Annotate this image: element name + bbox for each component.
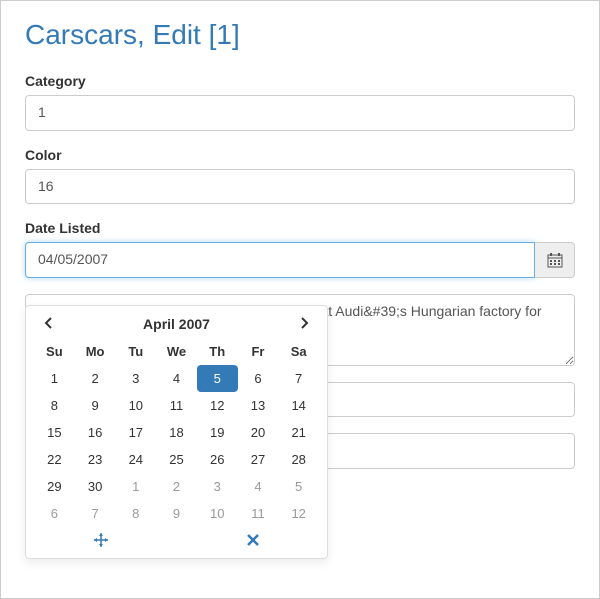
clear-button[interactable] bbox=[247, 533, 259, 550]
calendar-day[interactable]: 9 bbox=[75, 392, 116, 419]
dow-cell: Fr bbox=[238, 338, 279, 365]
calendar-day[interactable]: 21 bbox=[278, 419, 319, 446]
calendar-day[interactable]: 11 bbox=[238, 500, 279, 527]
calendar-day[interactable]: 4 bbox=[238, 473, 279, 500]
page-title: Carscars, Edit [1] bbox=[25, 19, 575, 51]
calendar-day[interactable]: 13 bbox=[238, 392, 279, 419]
calendar-day[interactable]: 7 bbox=[278, 365, 319, 392]
calendar-day[interactable]: 2 bbox=[75, 365, 116, 392]
calendar-day[interactable]: 17 bbox=[115, 419, 156, 446]
next-month-button[interactable] bbox=[289, 316, 319, 332]
calendar-day[interactable]: 12 bbox=[197, 392, 238, 419]
category-input[interactable] bbox=[25, 95, 575, 131]
dow-cell: Tu bbox=[115, 338, 156, 365]
calendar-row: 15161718192021 bbox=[34, 419, 319, 446]
calendar-day[interactable]: 20 bbox=[238, 419, 279, 446]
dow-cell: Su bbox=[34, 338, 75, 365]
calendar-day[interactable]: 5 bbox=[197, 365, 238, 392]
calendar-day[interactable]: 8 bbox=[115, 500, 156, 527]
calendar-row: 293012345 bbox=[34, 473, 319, 500]
calendar-day[interactable]: 4 bbox=[156, 365, 197, 392]
calendar-day[interactable]: 22 bbox=[34, 446, 75, 473]
date-listed-group: Date Listed bbox=[25, 220, 575, 278]
calendar-day[interactable]: 10 bbox=[115, 392, 156, 419]
calendar-row: 1234567 bbox=[34, 365, 319, 392]
calendar-day[interactable]: 14 bbox=[278, 392, 319, 419]
calendar-day[interactable]: 11 bbox=[156, 392, 197, 419]
calendar-row: 891011121314 bbox=[34, 392, 319, 419]
calendar-row: 22232425262728 bbox=[34, 446, 319, 473]
calendar-day[interactable]: 28 bbox=[278, 446, 319, 473]
dow-cell: We bbox=[156, 338, 197, 365]
calendar-row: 6789101112 bbox=[34, 500, 319, 527]
dow-cell: Mo bbox=[75, 338, 116, 365]
color-group: Color bbox=[25, 147, 575, 205]
calendar-day[interactable]: 1 bbox=[34, 365, 75, 392]
calendar-day[interactable]: 2 bbox=[156, 473, 197, 500]
calendar-day[interactable]: 5 bbox=[278, 473, 319, 500]
calendar-day[interactable]: 3 bbox=[115, 365, 156, 392]
calendar-day[interactable]: 19 bbox=[197, 419, 238, 446]
calendar-day[interactable]: 12 bbox=[278, 500, 319, 527]
calendar-day[interactable]: 8 bbox=[34, 392, 75, 419]
date-listed-input[interactable] bbox=[25, 242, 535, 278]
calendar-day[interactable]: 29 bbox=[34, 473, 75, 500]
calendar-day[interactable]: 27 bbox=[238, 446, 279, 473]
calendar-day[interactable]: 1 bbox=[115, 473, 156, 500]
category-group: Category bbox=[25, 73, 575, 131]
calendar-day[interactable]: 9 bbox=[156, 500, 197, 527]
calendar-day[interactable]: 24 bbox=[115, 446, 156, 473]
datepicker-title[interactable]: April 2007 bbox=[64, 316, 289, 332]
datepicker-dow-row: SuMoTuWeThFrSa bbox=[34, 338, 319, 365]
calendar-day[interactable]: 18 bbox=[156, 419, 197, 446]
calendar-day[interactable]: 23 bbox=[75, 446, 116, 473]
color-input[interactable] bbox=[25, 169, 575, 205]
calendar-day[interactable]: 16 bbox=[75, 419, 116, 446]
datepicker: April 2007 SuMoTuWeThFrSa 12345678910111… bbox=[25, 305, 328, 559]
calendar-day[interactable]: 30 bbox=[75, 473, 116, 500]
calendar-day[interactable]: 7 bbox=[75, 500, 116, 527]
today-button[interactable] bbox=[94, 533, 108, 550]
calendar-day[interactable]: 25 bbox=[156, 446, 197, 473]
calendar-day[interactable]: 26 bbox=[197, 446, 238, 473]
date-listed-label: Date Listed bbox=[25, 220, 575, 236]
calendar-day[interactable]: 10 bbox=[197, 500, 238, 527]
calendar-day[interactable]: 15 bbox=[34, 419, 75, 446]
dow-cell: Sa bbox=[278, 338, 319, 365]
calendar-day[interactable]: 3 bbox=[197, 473, 238, 500]
calendar-day[interactable]: 6 bbox=[34, 500, 75, 527]
prev-month-button[interactable] bbox=[34, 316, 64, 332]
calendar-icon[interactable] bbox=[535, 242, 575, 278]
category-label: Category bbox=[25, 73, 575, 89]
color-label: Color bbox=[25, 147, 575, 163]
calendar-day[interactable]: 6 bbox=[238, 365, 279, 392]
dow-cell: Th bbox=[197, 338, 238, 365]
